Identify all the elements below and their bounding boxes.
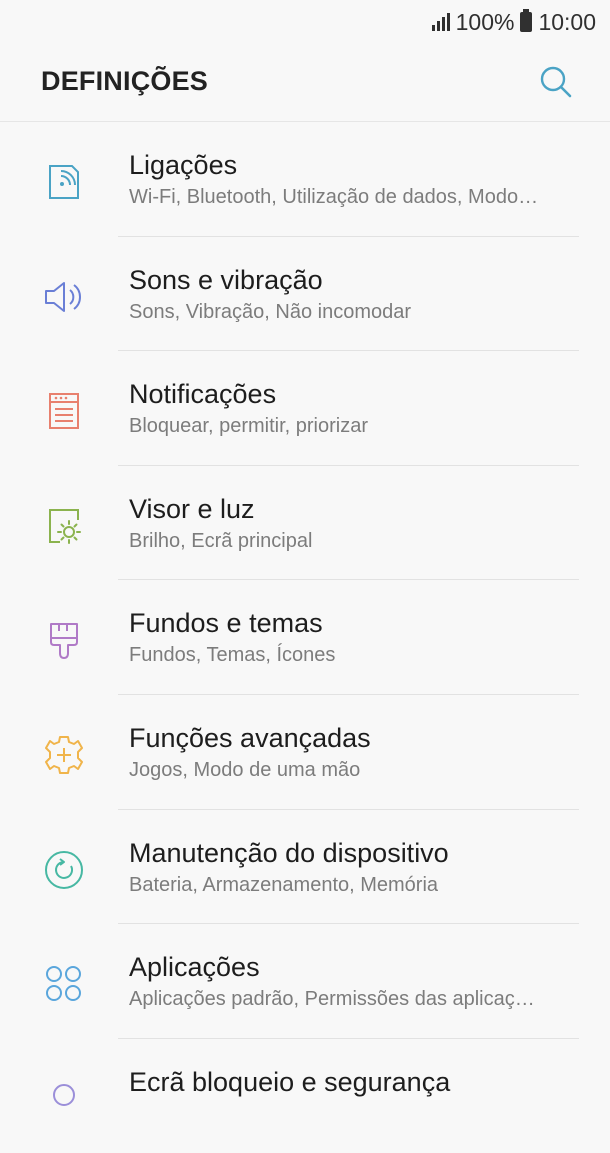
item-subtitle: Brilho, Ecrã principal: [129, 529, 313, 552]
item-title: Aplicações: [129, 952, 260, 983]
item-subtitle: Bateria, Armazenamento, Memória: [129, 873, 439, 896]
lock-icon: [53, 1083, 75, 1106]
item-title: Ligações: [129, 150, 238, 180]
apps-icon: [46, 966, 81, 1002]
item-subtitle: Fundos, Temas, Ícones: [129, 644, 336, 667]
item-subtitle: Aplicações padrão, Permissões das aplica…: [129, 988, 535, 1011]
item-title: Fundos e temas: [129, 608, 323, 639]
settings-item-sons[interactable]: Sons e vibração Sons, Vibração, Não inco…: [0, 237, 610, 352]
item-title: Ecrã bloqueio e segurança: [129, 1066, 451, 1097]
status-bar: 100% 10:00: [0, 0, 610, 44]
maintenance-icon: [45, 850, 83, 889]
settings-item-manutencao[interactable]: Manutenção do dispositivo Bateria, Armaz…: [0, 810, 610, 925]
clock: 10:00: [538, 8, 596, 35]
item-subtitle: Bloquear, permitir, priorizar: [129, 415, 368, 438]
item-subtitle: Jogos, Modo de uma mão: [129, 758, 361, 781]
item-title: Notificações: [129, 379, 277, 410]
settings-list: Ligações Wi-Fi, Bluetooth, Utilização de…: [0, 122, 610, 1153]
item-subtitle: Sons, Vibração, Não incomodar: [129, 300, 412, 323]
app-header: DEFINIÇÕES: [0, 44, 610, 122]
item-title: Sons e vibração: [129, 264, 323, 295]
page-title: DEFINIÇÕES: [41, 66, 209, 96]
settings-item-ligacoes[interactable]: Ligações Wi-Fi, Bluetooth, Utilização de…: [0, 122, 610, 237]
settings-item-aplicacoes[interactable]: Aplicações Aplicações padrão, Permissões…: [0, 924, 610, 1039]
item-title: Manutenção do dispositivo: [129, 837, 449, 868]
advanced-gear-icon: [45, 735, 83, 774]
signal-icon: [431, 13, 450, 31]
search-icon[interactable]: [536, 62, 576, 102]
item-subtitle: Wi-Fi, Bluetooth, Utilização de dados, M…: [129, 186, 539, 208]
connections-icon: [49, 165, 79, 199]
notifications-icon: [49, 393, 79, 430]
display-icon: [49, 508, 81, 544]
battery-icon: [520, 9, 533, 32]
settings-item-visor[interactable]: Visor e luz Brilho, Ecrã principal: [0, 466, 610, 581]
settings-item-ecra-bloqueio[interactable]: Ecrã bloqueio e segurança: [0, 1039, 610, 1153]
item-title: Funções avançadas: [129, 722, 371, 753]
item-title: Visor e luz: [129, 493, 255, 524]
speaker-icon: [45, 281, 81, 312]
battery-percent: 100%: [455, 8, 515, 35]
settings-item-fundos[interactable]: Fundos e temas Fundos, Temas, Ícones: [0, 580, 610, 695]
settings-item-funcoes[interactable]: Funções avançadas Jogos, Modo de uma mão: [0, 695, 610, 810]
settings-item-notificacoes[interactable]: Notificações Bloquear, permitir, prioriz…: [0, 351, 610, 466]
paintbrush-icon: [50, 623, 78, 660]
